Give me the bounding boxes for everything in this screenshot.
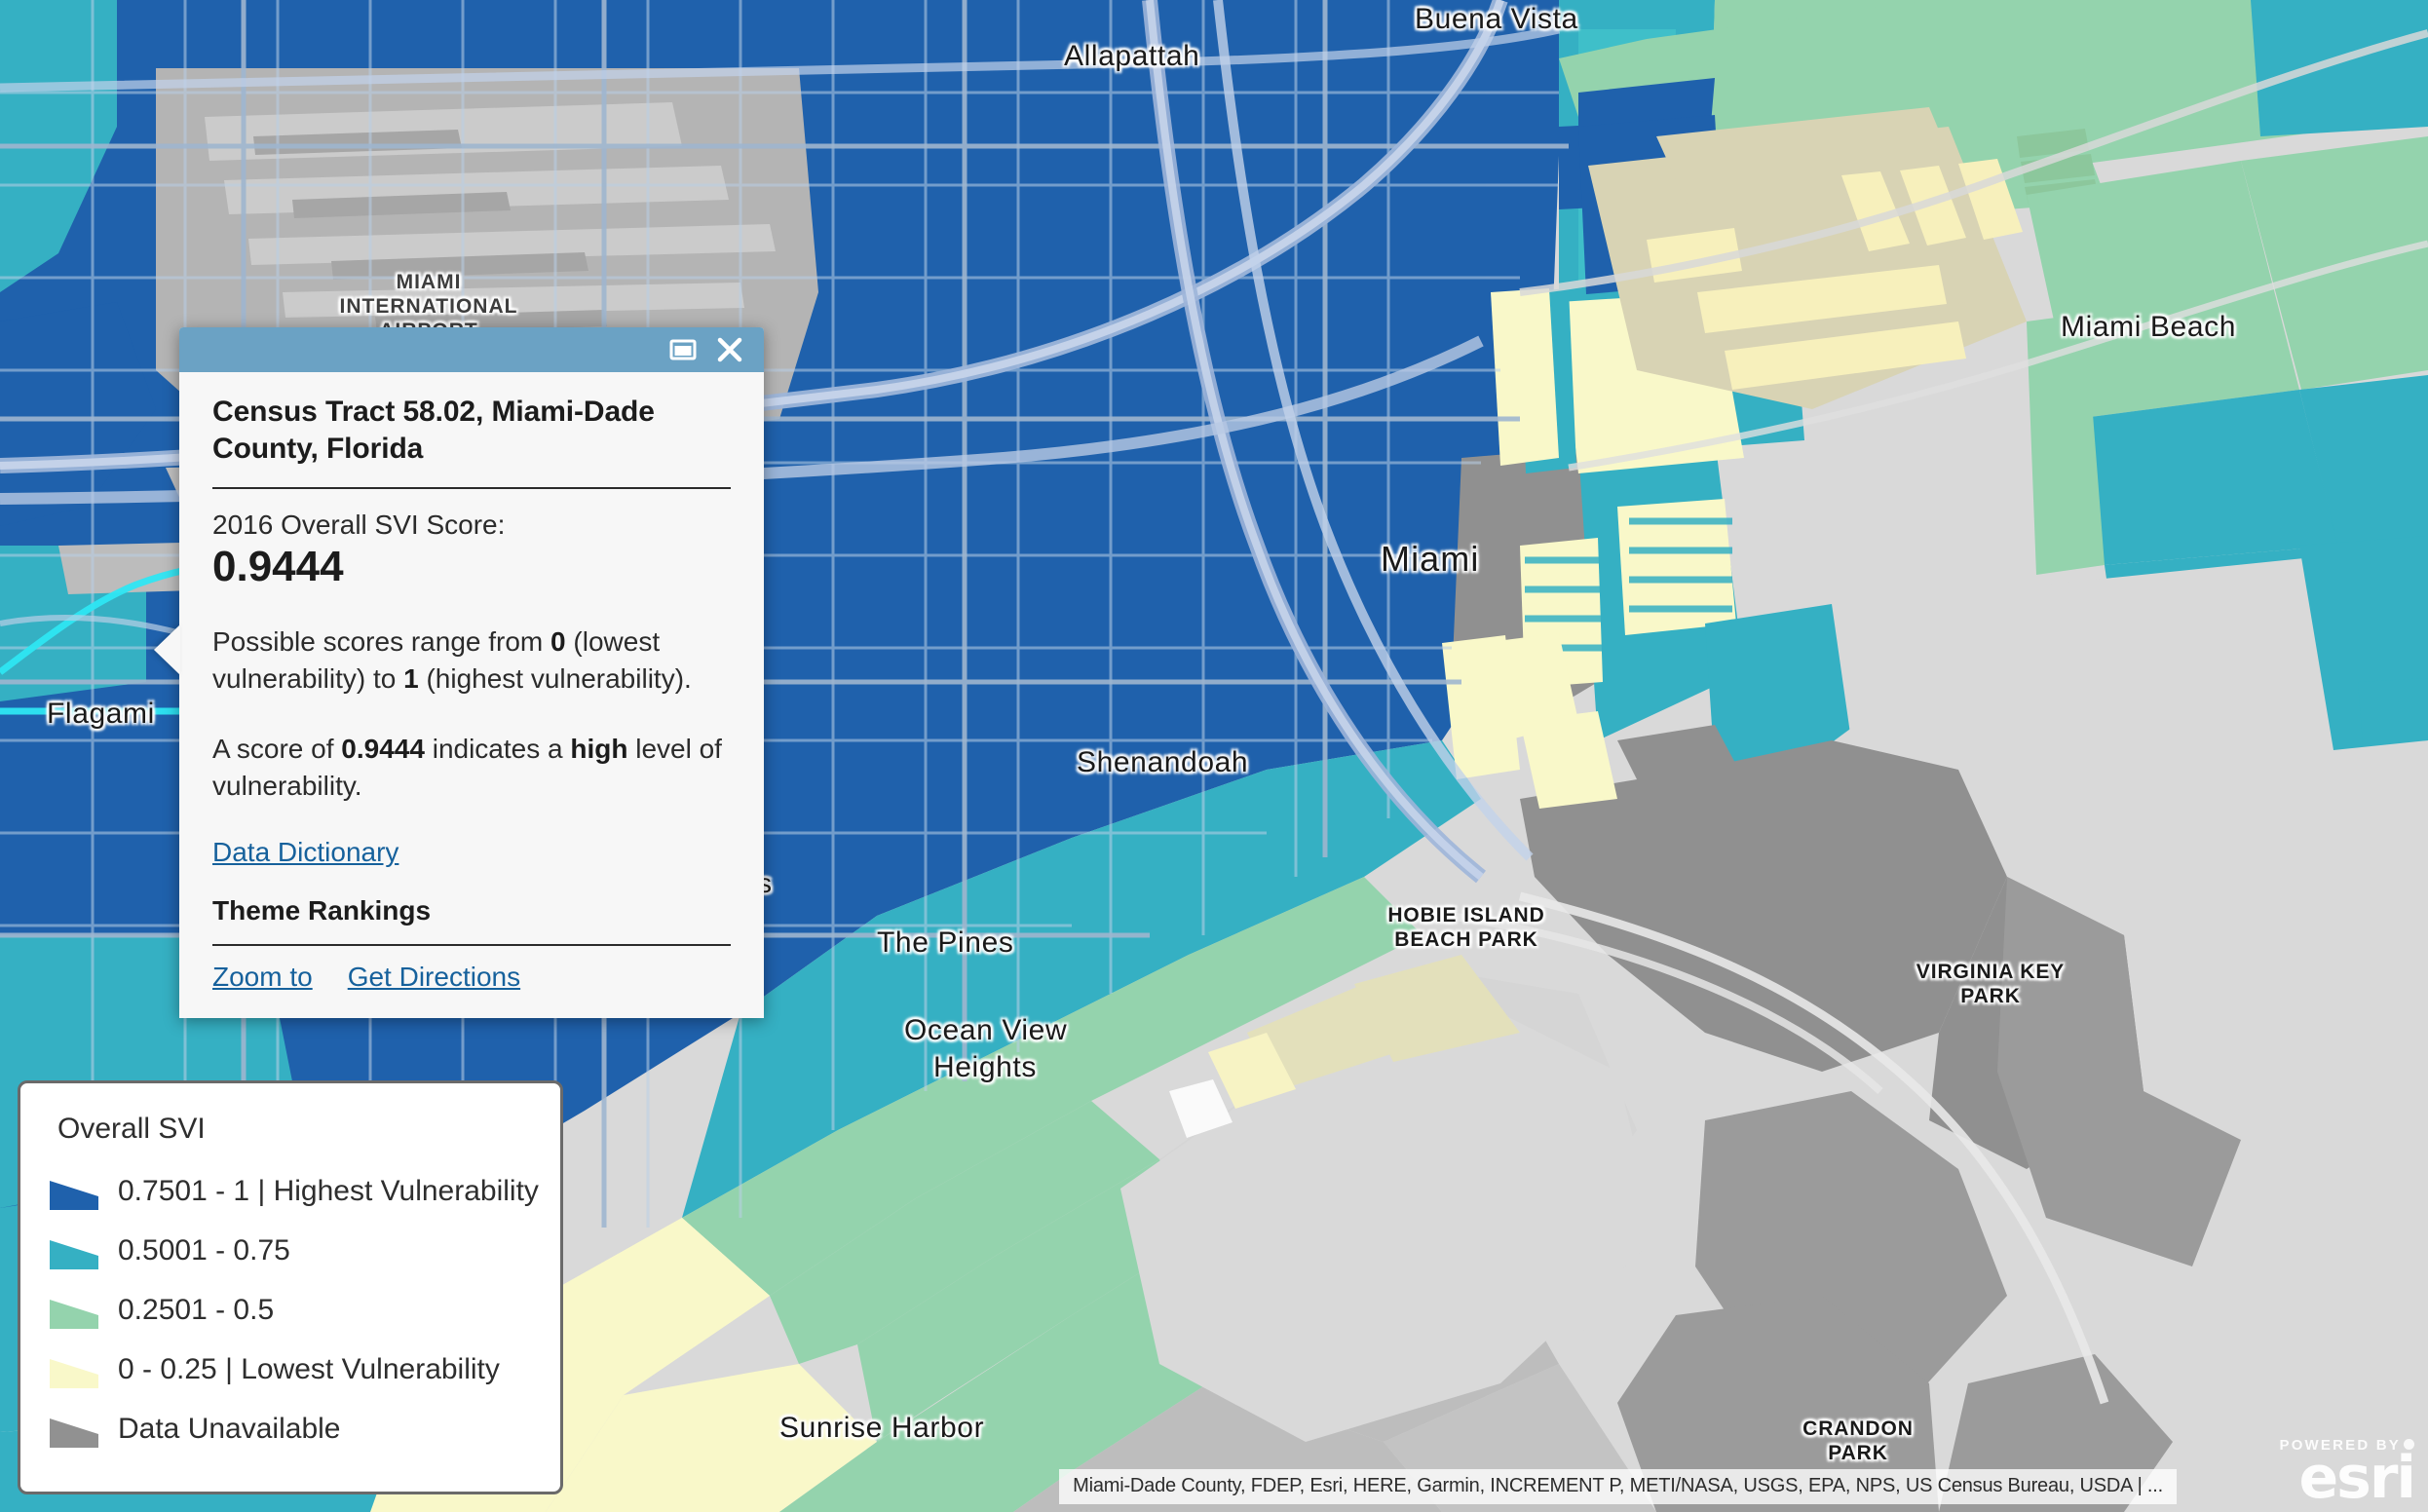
zoom-to-link[interactable]: Zoom to [212,962,313,993]
legend-swatch-icon-lowest [48,1349,100,1390]
legend-label-highest: 0.7501 - 1 | Highest Vulnerability [118,1174,539,1207]
popup-actions: Zoom to Get Directions [179,946,764,1018]
popup-title: Census Tract 58.02, Miami-Dade County, F… [212,396,655,466]
legend-swatch-icon-high [48,1230,100,1271]
popup-interpretation-paragraph: A score of 0.9444 indicates a high level… [212,731,731,805]
get-directions-link[interactable]: Get Directions [348,962,520,993]
legend-item-highest[interactable]: 0.7501 - 1 | Highest Vulnerability [48,1161,539,1221]
legend-label-high: 0.5001 - 0.75 [118,1233,290,1266]
data-dictionary-link[interactable]: Data Dictionary [212,837,398,868]
popup-body: Census Tract 58.02, Miami-Dade County, F… [179,372,764,947]
popup-range-paragraph: Possible scores range from 0 (lowest vul… [212,624,731,698]
map-application: Allapattah Buena Vista Miami Beach Miami… [0,0,2428,1512]
legend-item-high[interactable]: 0.5001 - 0.75 [48,1221,533,1280]
legend-title: Overall SVI [57,1113,206,1145]
map-attribution[interactable]: Miami-Dade County, FDEP, Esri, HERE, Gar… [1059,1469,2177,1504]
legend-label-unavailable: Data Unavailable [118,1412,341,1445]
feature-popup[interactable]: Census Tract 58.02, Miami-Dade County, F… [154,327,764,1019]
legend-swatch-icon-highest [48,1171,100,1212]
legend-item-unavailable[interactable]: Data Unavailable [48,1399,533,1458]
popup-header [179,327,764,372]
legend-panel[interactable]: Overall SVI 0.7501 - 1 | Highest Vulnera… [18,1080,563,1494]
interp-text-2: indicates a [424,733,571,764]
legend-swatch-icon-moderate [48,1290,100,1331]
popup-pointer [154,624,180,675]
legend-swatch-icon-unavailable [48,1409,100,1450]
legend-item-moderate[interactable]: 0.2501 - 0.5 [48,1280,533,1340]
maximize-icon[interactable] [668,337,698,362]
interp-bold-score: 0.9444 [341,733,425,764]
popup-divider-top [212,487,731,490]
theme-rankings-heading: Theme Rankings [212,895,432,926]
range-bold-1: 1 [403,662,419,694]
popup-score-label: 2016 Overall SVI Score: [212,510,506,541]
legend-label-lowest: 0 - 0.25 | Lowest Vulnerability [118,1352,500,1385]
legend-label-moderate: 0.2501 - 0.5 [118,1293,275,1326]
interp-bold-level: high [570,733,628,764]
legend-item-lowest[interactable]: 0 - 0.25 | Lowest Vulnerability [48,1340,533,1399]
interp-text-1: A score of [212,733,342,764]
close-icon[interactable] [715,335,744,364]
popup-score-value: 0.9444 [212,542,344,590]
range-text-3: (highest vulnerability). [418,662,692,694]
range-text-1: Possible scores range from [212,626,551,658]
range-bold-0: 0 [550,626,566,658]
